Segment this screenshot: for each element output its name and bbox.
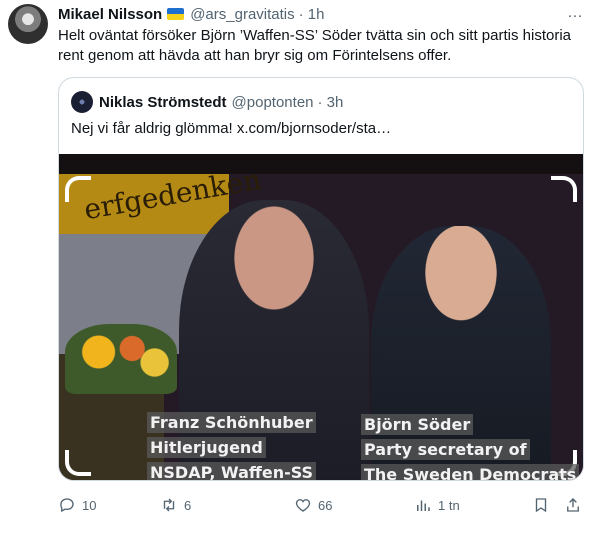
caption-left-line: Hitlerjugend — [147, 437, 266, 458]
caption-right-line: Party secretary of — [361, 439, 530, 460]
post-time[interactable]: · 1h — [299, 6, 325, 23]
action-bar: 10 6 66 1 tn — [58, 494, 588, 516]
post: Mikael Nilsson @ars_gravitatis · 1h … He… — [0, 0, 600, 533]
repost-button[interactable]: 6 — [160, 494, 191, 516]
author-handle[interactable]: @ars_gravitatis — [190, 6, 294, 23]
author-name[interactable]: Mikael Nilsson — [58, 6, 162, 23]
avatar[interactable] — [8, 4, 48, 44]
caption-left-line: Franz Schönhuber — [147, 412, 316, 433]
caption-right-line: Björn Söder — [361, 414, 474, 435]
like-button[interactable]: 66 — [294, 494, 332, 516]
quote-header: Niklas Strömstedt @poptonten · 3h — [71, 91, 344, 113]
quote-author-handle: @poptonten — [231, 93, 314, 111]
reply-button[interactable]: 10 — [58, 494, 96, 516]
photo: erfgedenken — [59, 163, 583, 480]
caption-right-line: The Sweden Democrats — [361, 464, 580, 480]
views-button[interactable]: 1 tn — [414, 494, 460, 516]
reply-count: 10 — [82, 497, 97, 513]
repost-count: 6 — [184, 497, 192, 513]
frame-corner-icon — [65, 450, 91, 476]
quote-text: Nej vi får aldrig glömma! x.com/bjornsod… — [71, 120, 392, 137]
quote-time: · 3h — [317, 93, 344, 111]
frame-corner-icon — [65, 176, 91, 202]
post-text: Helt oväntat försöker Björn ’Waffen-SS’ … — [58, 27, 572, 64]
quote-avatar — [71, 91, 93, 113]
views-count: 1 tn — [438, 497, 460, 513]
quote-author-name: Niklas Strömstedt — [99, 93, 227, 111]
quoted-post[interactable]: Niklas Strömstedt @poptonten · 3h Nej vi… — [58, 77, 584, 481]
more-icon[interactable]: … — [567, 4, 584, 22]
repost-icon — [163, 498, 175, 512]
like-count: 66 — [318, 497, 333, 513]
views-icon — [417, 500, 430, 511]
ukraine-flag-icon — [167, 8, 185, 20]
post-header: Mikael Nilsson @ars_gravitatis · 1h — [58, 4, 325, 24]
share-icon — [567, 498, 579, 512]
bookmark-icon — [535, 498, 547, 513]
like-icon — [295, 499, 311, 512]
caption-left-line: NSDAP, Waffen-SS — [147, 462, 317, 480]
bookmark-button[interactable] — [532, 494, 556, 516]
quote-image[interactable]: erfgedenken Franz Schönhuber Hitlerjugen… — [59, 154, 583, 480]
flower-arrangement — [65, 324, 177, 394]
reply-icon — [60, 498, 74, 513]
frame-corner-icon — [551, 176, 577, 202]
share-button[interactable] — [564, 494, 588, 516]
